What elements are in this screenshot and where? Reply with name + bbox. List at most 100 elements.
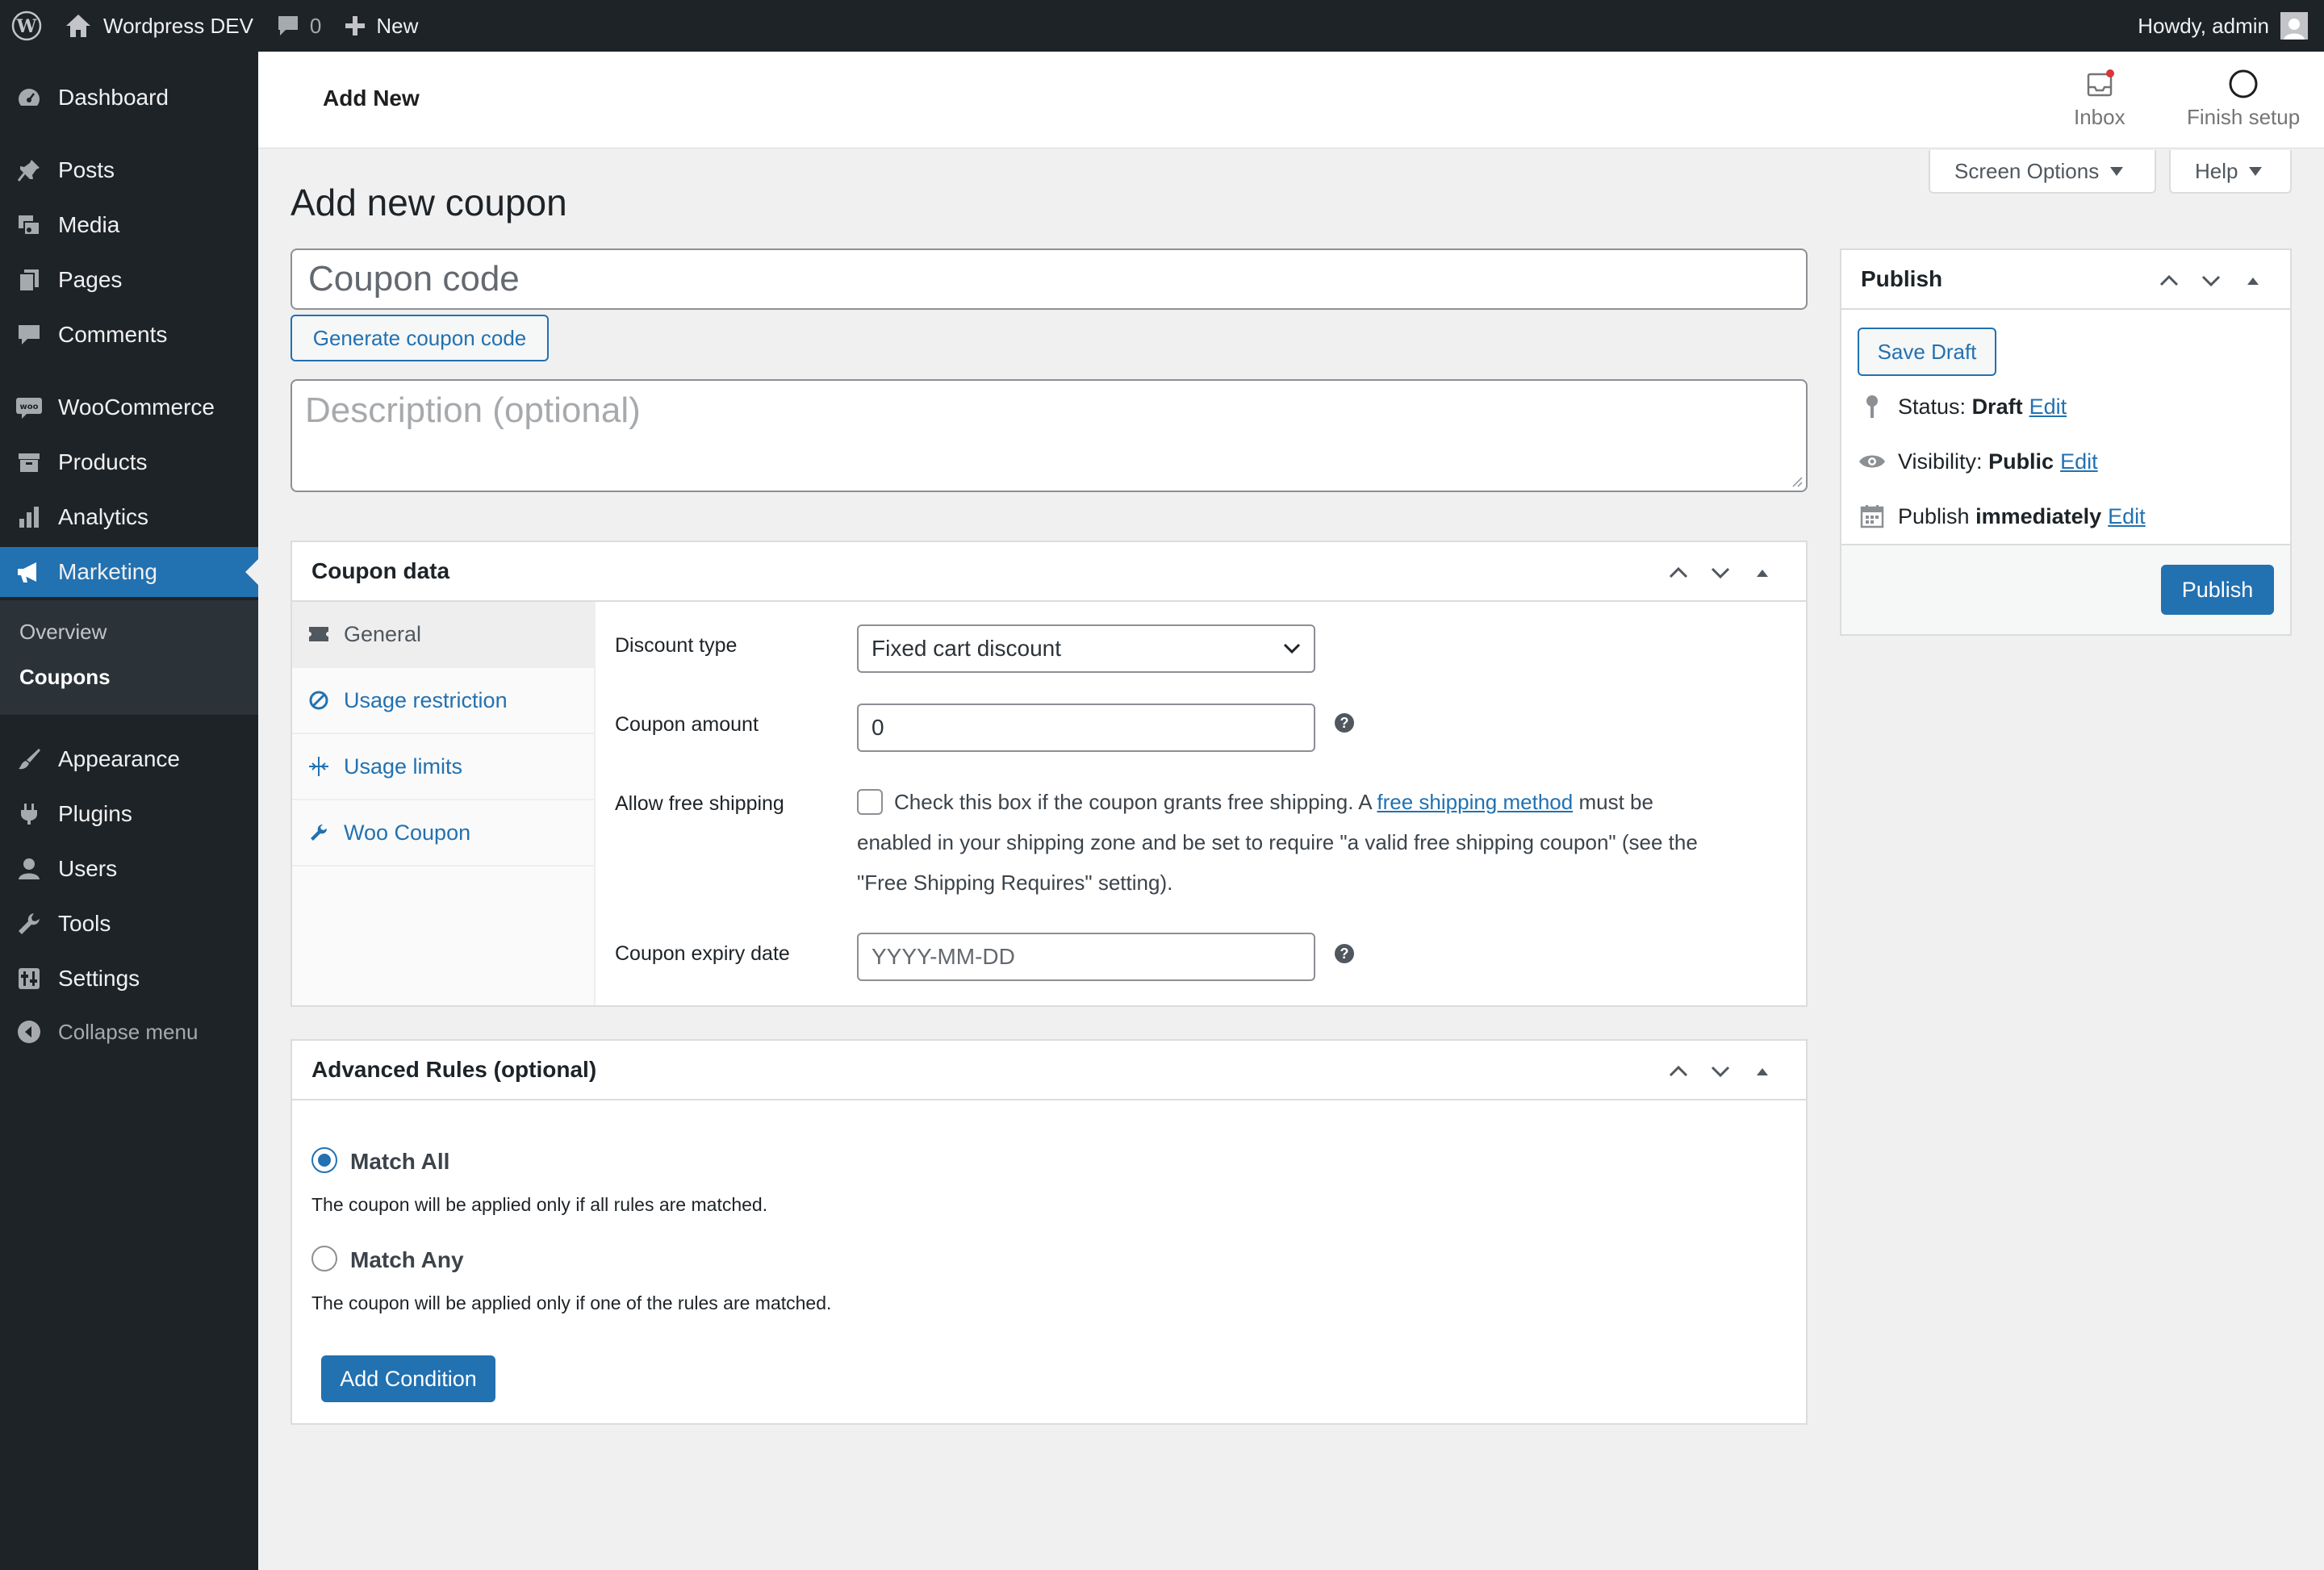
coupon-code-input[interactable]: Coupon code xyxy=(290,248,1808,310)
publish-date-row: Publish immediately Edit xyxy=(1858,502,2146,531)
caret-down-icon xyxy=(2249,166,2263,176)
comment-bubble-icon xyxy=(276,14,300,38)
restriction-icon xyxy=(307,688,331,712)
sidebar-item-posts[interactable]: Posts xyxy=(0,145,258,195)
coupon-data-header: Coupon data xyxy=(292,542,1806,602)
expiry-date-input[interactable]: YYYY-MM-DD xyxy=(857,933,1315,981)
collapse-toggle-icon[interactable] xyxy=(2237,265,2269,297)
woo-icon: woo xyxy=(13,391,45,424)
visibility-row: Visibility: Public Edit xyxy=(1858,447,2098,476)
tab-woo-coupon[interactable]: Woo Coupon xyxy=(292,800,594,866)
media-icon xyxy=(13,209,45,241)
generate-coupon-code-button[interactable]: Generate coupon code xyxy=(290,315,549,361)
limits-icon xyxy=(307,754,331,779)
match-all-radio[interactable] xyxy=(311,1147,337,1173)
brush-icon xyxy=(13,743,45,775)
sidebar-item-comments[interactable]: Comments xyxy=(0,310,258,360)
finish-setup-button[interactable]: Finish setup xyxy=(2187,68,2300,130)
sidebar-item-tools[interactable]: Tools xyxy=(0,899,258,949)
help-button[interactable]: Help xyxy=(2169,150,2292,194)
match-any-label: Match Any xyxy=(350,1247,464,1272)
sidebar-item-appearance[interactable]: Appearance xyxy=(0,734,258,784)
calendar-icon xyxy=(1858,502,1887,531)
wrench-icon xyxy=(307,820,331,845)
tab-general[interactable]: General xyxy=(292,602,594,668)
site-name: Wordpress DEV xyxy=(103,13,253,38)
ticket-icon xyxy=(307,622,331,646)
svg-text:W: W xyxy=(16,16,37,37)
pin-icon xyxy=(13,154,45,186)
free-shipping-method-link[interactable]: free shipping method xyxy=(1377,790,1573,814)
discount-type-select[interactable]: Fixed cart discount xyxy=(857,624,1315,673)
sidebar-item-marketing[interactable]: Marketing xyxy=(0,547,258,597)
publish-button[interactable]: Publish xyxy=(2161,565,2274,615)
chevron-down-icon[interactable] xyxy=(1704,1055,1737,1088)
match-all-label: Match All xyxy=(350,1149,450,1174)
expiry-date-label: Coupon expiry date xyxy=(615,942,790,965)
coupon-amount-input[interactable]: 0 xyxy=(857,704,1315,752)
edit-status-link[interactable]: Edit xyxy=(2029,395,2067,420)
megaphone-icon xyxy=(13,556,45,588)
comment-icon xyxy=(13,319,45,351)
screen-options-button[interactable]: Screen Options xyxy=(1929,150,2156,194)
collapse-toggle-icon[interactable] xyxy=(1746,1055,1779,1088)
chevron-up-icon[interactable] xyxy=(1662,557,1695,589)
sidebar-item-analytics[interactable]: Analytics xyxy=(0,492,258,542)
coupon-data-tabs: General Usage restriction Usage limits W… xyxy=(292,602,596,1005)
chevron-down-icon[interactable] xyxy=(1704,557,1737,589)
resize-handle-icon[interactable] xyxy=(1790,474,1803,487)
home-icon xyxy=(65,13,92,39)
publish-panel: Publish Save Draft Status: Draft Edit Vi… xyxy=(1840,248,2292,636)
submenu-coupons[interactable]: Coupons xyxy=(19,665,111,690)
chevron-down-icon[interactable] xyxy=(2195,265,2227,297)
pages-icon xyxy=(13,264,45,296)
free-shipping-checkbox[interactable] xyxy=(857,789,883,815)
avatar xyxy=(2280,12,2308,40)
sidebar-item-plugins[interactable]: Plugins xyxy=(0,789,258,839)
sidebar-item-dashboard[interactable]: Dashboard xyxy=(0,73,258,123)
description-textarea[interactable]: Description (optional) xyxy=(290,379,1808,492)
chevron-up-icon[interactable] xyxy=(2153,265,2185,297)
match-any-radio[interactable] xyxy=(311,1246,337,1271)
edit-publish-date-link[interactable]: Edit xyxy=(2108,504,2146,529)
tab-usage-restriction[interactable]: Usage restriction xyxy=(292,668,594,734)
help-tip-icon[interactable]: ? xyxy=(1335,713,1354,733)
inbox-button[interactable]: Inbox xyxy=(2074,68,2125,130)
chevron-up-icon[interactable] xyxy=(1662,1055,1695,1088)
header-title: Add New xyxy=(323,86,420,111)
sidebar-item-woocommerce[interactable]: woo WooCommerce xyxy=(0,382,258,432)
edit-visibility-link[interactable]: Edit xyxy=(2060,449,2098,474)
comments-link[interactable]: 0 xyxy=(265,0,332,52)
svg-text:woo: woo xyxy=(20,403,39,411)
publish-actions: Publish xyxy=(1841,544,2290,634)
sidebar-item-users[interactable]: Users xyxy=(0,844,258,894)
sidebar-item-media[interactable]: Media xyxy=(0,200,258,250)
submenu-overview[interactable]: Overview xyxy=(19,620,107,645)
add-condition-button[interactable]: Add Condition xyxy=(321,1355,495,1402)
tab-usage-limits[interactable]: Usage limits xyxy=(292,734,594,800)
site-name-link[interactable]: Wordpress DEV xyxy=(53,0,265,52)
advanced-rules-header: Advanced Rules (optional) xyxy=(292,1041,1806,1100)
user-icon xyxy=(13,853,45,885)
save-draft-button[interactable]: Save Draft xyxy=(1858,328,1996,376)
inbox-label: Inbox xyxy=(2074,105,2125,129)
account-menu[interactable]: Howdy, admin xyxy=(2138,0,2308,52)
page-title: Add new coupon xyxy=(290,182,567,223)
sidebar-item-pages[interactable]: Pages xyxy=(0,255,258,305)
wordpress-logo-icon[interactable]: W xyxy=(0,0,53,52)
collapse-toggle-icon[interactable] xyxy=(1746,557,1779,589)
sidebar-item-products[interactable]: Products xyxy=(0,437,258,487)
free-shipping-description-line3: "Free Shipping Requires" setting). xyxy=(857,871,1173,895)
help-tip-icon[interactable]: ? xyxy=(1335,944,1354,963)
inbox-icon xyxy=(2084,68,2116,105)
sidebar-item-settings[interactable]: Settings xyxy=(0,954,258,1004)
new-content-link[interactable]: New xyxy=(332,0,429,52)
free-shipping-description-line1: Check this box if the coupon grants free… xyxy=(894,790,1653,814)
publish-header: Publish xyxy=(1841,250,2290,310)
collapse-menu-button[interactable]: Collapse menu xyxy=(0,1007,258,1057)
match-all-description: The coupon will be applied only if all r… xyxy=(311,1194,768,1215)
match-any-description: The coupon will be applied only if one o… xyxy=(311,1292,832,1313)
admin-bar: W Wordpress DEV 0 New Howdy, admin xyxy=(0,0,2324,52)
discount-type-label: Discount type xyxy=(615,634,738,657)
status-row: Status: Draft Edit xyxy=(1858,392,2067,421)
